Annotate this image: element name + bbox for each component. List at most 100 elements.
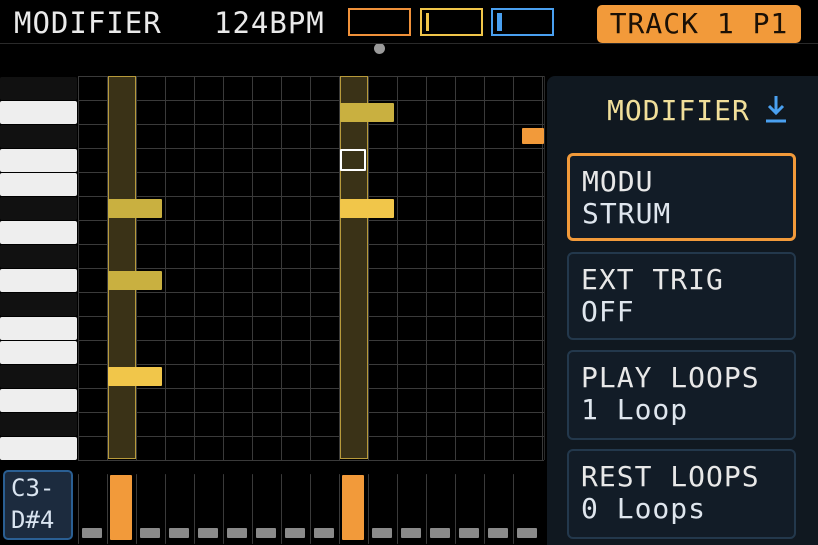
grid-row-line — [78, 220, 544, 221]
white-key[interactable] — [0, 149, 77, 172]
grid-row-line — [78, 412, 544, 413]
grid-row-line — [78, 340, 544, 341]
play-loops-value: 1 Loop — [581, 393, 689, 426]
grid-row-line — [78, 172, 544, 173]
grid-row-line — [78, 316, 544, 317]
play-loops-label: PLAY LOOPS — [581, 361, 760, 394]
white-key[interactable] — [0, 389, 77, 412]
step-marker[interactable] — [169, 528, 189, 538]
black-key[interactable] — [0, 125, 77, 148]
rest-loops-button[interactable]: REST LOOPS 0 Loops — [567, 449, 796, 539]
step-divider — [78, 474, 79, 544]
white-key[interactable] — [0, 317, 77, 340]
panel-title: MODIFIER — [607, 94, 750, 127]
active-step-column — [108, 76, 136, 459]
note-block[interactable] — [108, 367, 162, 386]
step-marker[interactable] — [459, 528, 479, 538]
grid-row-line — [78, 388, 544, 389]
piano-keyboard[interactable] — [0, 76, 78, 460]
step-marker[interactable] — [517, 528, 537, 538]
grid-row-line — [78, 268, 544, 269]
step-divider — [310, 474, 311, 544]
range-start-label: C3- — [11, 474, 55, 502]
step-divider — [513, 474, 514, 544]
pattern-slot-2[interactable] — [420, 8, 483, 36]
note-block[interactable] — [108, 199, 162, 218]
modu-button[interactable]: MODU STRUM — [567, 153, 796, 241]
step-marker[interactable] — [198, 528, 218, 538]
step-divider — [194, 474, 195, 544]
black-key[interactable] — [0, 413, 77, 436]
grid-row-line — [78, 76, 544, 77]
white-key[interactable] — [0, 437, 77, 460]
active-step-column — [340, 76, 368, 459]
white-key[interactable] — [0, 341, 77, 364]
step-marker[interactable] — [401, 528, 421, 538]
ext-trig-button[interactable]: EXT TRIG OFF — [567, 252, 796, 340]
step-marker[interactable] — [488, 528, 508, 538]
ext-trig-value: OFF — [581, 295, 635, 328]
play-loops-button[interactable]: PLAY LOOPS 1 Loop — [567, 350, 796, 440]
step-divider — [397, 474, 398, 544]
white-key[interactable] — [0, 101, 77, 124]
header-divider — [0, 43, 818, 44]
step-marker[interactable] — [430, 528, 450, 538]
download-arrow-icon[interactable] — [762, 92, 790, 126]
slot-level-bar — [426, 13, 429, 31]
note-grid[interactable] — [78, 76, 545, 461]
step-marker[interactable] — [227, 528, 247, 538]
white-key[interactable] — [0, 269, 77, 292]
step-divider — [426, 474, 427, 544]
modu-value: STRUM — [582, 197, 672, 230]
note-block[interactable] — [340, 199, 394, 218]
step-marker[interactable] — [82, 528, 102, 538]
step-marker[interactable] — [372, 528, 392, 538]
black-key[interactable] — [0, 77, 77, 100]
step-divider — [368, 474, 369, 544]
key-range-box[interactable]: C3- D#4 — [3, 470, 73, 540]
black-key[interactable] — [0, 197, 77, 220]
black-key[interactable] — [0, 365, 77, 388]
screen-title: MODIFIER — [14, 6, 162, 40]
black-key[interactable] — [0, 293, 77, 316]
rest-loops-value: 0 Loops — [581, 492, 707, 525]
tempo-readout: 124BPM — [214, 6, 325, 40]
pattern-slot-1[interactable] — [348, 8, 411, 36]
step-divider — [455, 474, 456, 544]
note-block[interactable] — [340, 103, 394, 122]
range-end-label: D#4 — [11, 506, 55, 534]
white-key[interactable] — [0, 221, 77, 244]
step-marker[interactable] — [256, 528, 276, 538]
step-divider — [223, 474, 224, 544]
slot-level-bar — [497, 13, 502, 31]
scroll-marker[interactable] — [522, 128, 544, 144]
grid-row-line — [78, 124, 544, 125]
grid-row-line — [78, 292, 544, 293]
step-marker-active[interactable] — [342, 475, 364, 540]
pattern-slot-3[interactable] — [491, 8, 554, 36]
step-divider — [136, 474, 137, 544]
black-key[interactable] — [0, 245, 77, 268]
grid-row-line — [78, 436, 544, 437]
white-key[interactable] — [0, 173, 77, 196]
grid-row-line — [78, 460, 544, 461]
step-row[interactable] — [78, 464, 544, 545]
step-marker-active[interactable] — [110, 475, 132, 540]
step-marker[interactable] — [314, 528, 334, 538]
grid-row-line — [78, 196, 544, 197]
step-marker[interactable] — [140, 528, 160, 538]
grid-cursor[interactable] — [340, 149, 366, 171]
track-badge[interactable]: TRACK 1 P1 — [597, 5, 801, 43]
step-divider — [339, 474, 340, 544]
ext-trig-label: EXT TRIG — [581, 263, 724, 296]
step-divider — [252, 474, 253, 544]
note-block[interactable] — [108, 271, 162, 290]
grid-row-line — [78, 148, 544, 149]
step-divider — [484, 474, 485, 544]
grid-row-line — [78, 244, 544, 245]
step-divider — [165, 474, 166, 544]
step-divider — [107, 474, 108, 544]
step-marker[interactable] — [285, 528, 305, 538]
grid-row-line — [78, 364, 544, 365]
modu-label: MODU — [582, 165, 654, 198]
